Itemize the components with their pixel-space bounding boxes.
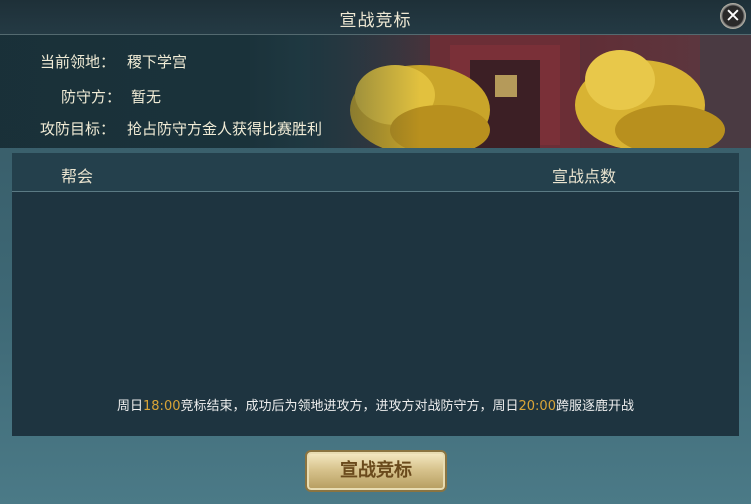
defender-row: 防守方： 暂无 [61,86,161,107]
notice-part2: 竞标结束，成功后为领地进攻方，进攻方对战防守方，周日 [180,399,519,414]
window-title: 宣战竞标 [339,11,412,31]
bid-window: 宣战竞标 ✕ 当前领地： 稷下学宫 防守方： 暂无 攻防目标： 抢占防守方金人获… [0,0,751,504]
territory-row: 当前领地： 稷下学宫 [40,51,187,72]
notice-part3: 跨服逐鹿开战 [555,399,634,414]
title-bar: 宣战竞标 ✕ [0,0,751,35]
notice-part1: 周日 [117,399,144,414]
notice-time2: 20:00 [518,399,556,414]
table-header: 帮会 宣战点数 [12,153,739,192]
defender-label: 防守方： [61,88,122,106]
defender-value: 暂无 [131,88,162,106]
declare-war-bid-button[interactable]: 宣战竞标 [305,450,447,492]
goal-row: 攻防目标： 抢占防守方金人获得比赛胜利 [40,118,322,139]
notice-time1: 18:00 [143,399,181,414]
goal-value: 抢占防守方金人获得比赛胜利 [127,120,323,138]
bid-table: 帮会 宣战点数 周日18:00竞标结束，成功后为领地进攻方，进攻方对战防守方，周… [12,153,739,436]
territory-value: 稷下学宫 [127,53,188,71]
goal-label: 攻防目标： [40,120,116,138]
close-button[interactable]: ✕ [720,3,746,29]
schedule-notice: 周日18:00竞标结束，成功后为领地进攻方，进攻方对战防守方，周日20:00跨服… [12,395,739,414]
territory-banner: 当前领地： 稷下学宫 防守方： 暂无 攻防目标： 抢占防守方金人获得比赛胜利 [0,35,751,148]
column-guild: 帮会 [61,167,94,186]
column-points: 宣战点数 [552,167,617,186]
close-icon: ✕ [725,5,741,27]
territory-label: 当前领地： [40,53,116,71]
